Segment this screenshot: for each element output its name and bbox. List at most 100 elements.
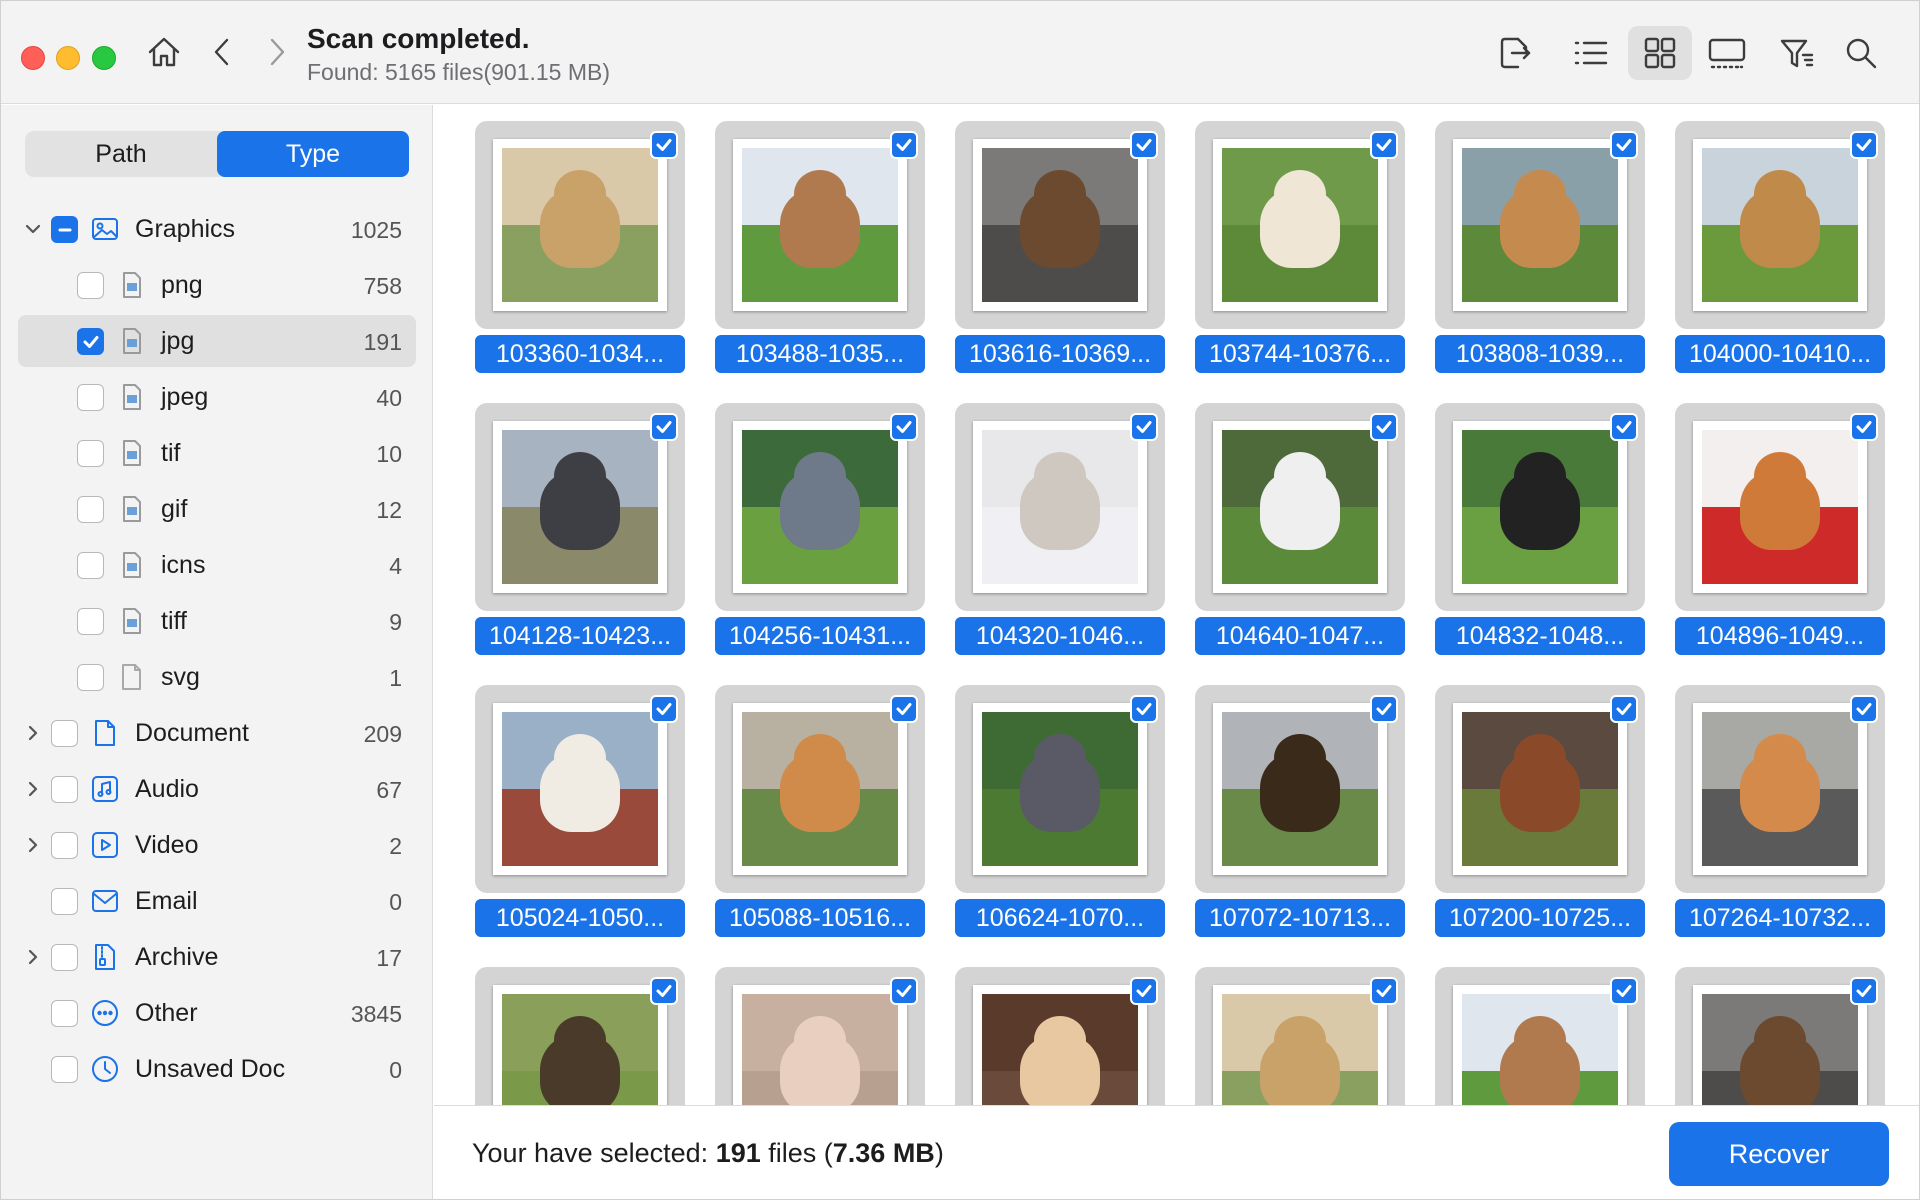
tree-row-video[interactable]: Video 2 bbox=[18, 819, 416, 871]
tree-row-archive[interactable]: Archive 17 bbox=[18, 931, 416, 983]
tab-type[interactable]: Type bbox=[217, 131, 409, 177]
tile-checkbox[interactable] bbox=[1610, 695, 1638, 723]
close-window-button[interactable] bbox=[21, 46, 45, 70]
tile-checkbox[interactable] bbox=[650, 131, 678, 159]
back-icon[interactable] bbox=[206, 32, 238, 72]
thumbnail-frame bbox=[475, 967, 685, 1105]
tree-row-icns[interactable]: icns 4 bbox=[18, 539, 416, 591]
tree-row-png[interactable]: png 758 bbox=[18, 259, 416, 311]
filter-icon[interactable] bbox=[1775, 31, 1819, 75]
tile-checkbox[interactable] bbox=[1370, 695, 1398, 723]
tile-checkbox[interactable] bbox=[890, 131, 918, 159]
tree-row-document[interactable]: Document 209 bbox=[18, 707, 416, 759]
tile-checkbox[interactable] bbox=[1370, 977, 1398, 1005]
tree-row-other[interactable]: Other 3845 bbox=[18, 987, 416, 1039]
checkbox[interactable] bbox=[51, 1000, 78, 1027]
thumbnail bbox=[493, 139, 667, 311]
file-name: 104896-1049... bbox=[1675, 617, 1885, 655]
file-name: 105088-10516... bbox=[715, 899, 925, 937]
tab-path[interactable]: Path bbox=[25, 131, 217, 177]
tile-checkbox[interactable] bbox=[1610, 131, 1638, 159]
file-name: 107072-10713... bbox=[1195, 899, 1405, 937]
thumbnail-image bbox=[742, 430, 898, 584]
tile-checkbox[interactable] bbox=[1130, 131, 1158, 159]
chevron-right-icon[interactable] bbox=[22, 776, 44, 802]
tile-checkbox[interactable] bbox=[1850, 413, 1878, 441]
tile-checkbox[interactable] bbox=[650, 413, 678, 441]
thumbnail-image bbox=[502, 994, 658, 1105]
tree-row-tif[interactable]: tif 10 bbox=[18, 427, 416, 479]
tile-checkbox[interactable] bbox=[890, 413, 918, 441]
checkbox[interactable] bbox=[51, 832, 78, 859]
tile-checkbox[interactable] bbox=[650, 695, 678, 723]
checkbox[interactable] bbox=[51, 776, 78, 803]
checkbox[interactable] bbox=[77, 328, 104, 355]
file-name: 103616-10369... bbox=[955, 335, 1165, 373]
image-file-icon bbox=[116, 382, 146, 412]
tree-row-gif[interactable]: gif 12 bbox=[18, 483, 416, 535]
file-name: 103488-1035... bbox=[715, 335, 925, 373]
tree-row-jpeg[interactable]: jpeg 40 bbox=[18, 371, 416, 423]
thumbnail-frame bbox=[1195, 403, 1405, 611]
tree-row-email[interactable]: Email 0 bbox=[18, 875, 416, 927]
tree-row-graphics[interactable]: Graphics 1025 bbox=[18, 203, 416, 255]
checkbox[interactable] bbox=[77, 384, 104, 411]
filmstrip-view-icon[interactable] bbox=[1705, 31, 1749, 75]
footer: Your have selected: 191 files (7.36 MB) … bbox=[434, 1105, 1919, 1199]
checkbox[interactable] bbox=[77, 664, 104, 691]
grid-view-icon[interactable] bbox=[1628, 26, 1692, 80]
thumbnail-frame bbox=[955, 967, 1165, 1105]
tree-row-jpg[interactable]: jpg 191 bbox=[18, 315, 416, 367]
chevron-right-icon[interactable] bbox=[22, 832, 44, 858]
checkbox[interactable] bbox=[51, 216, 78, 243]
tile-checkbox[interactable] bbox=[1130, 695, 1158, 723]
tree-row-label: icns bbox=[161, 551, 206, 579]
checkbox[interactable] bbox=[77, 440, 104, 467]
list-view-icon[interactable] bbox=[1569, 31, 1613, 75]
checkbox[interactable] bbox=[51, 720, 78, 747]
tile-checkbox[interactable] bbox=[1130, 977, 1158, 1005]
chevron-right-icon[interactable] bbox=[22, 944, 44, 970]
tree-row-tiff[interactable]: tiff 9 bbox=[18, 595, 416, 647]
chevron-right-icon[interactable] bbox=[22, 720, 44, 746]
video-icon bbox=[90, 830, 120, 860]
export-icon[interactable] bbox=[1493, 31, 1537, 75]
tile-checkbox[interactable] bbox=[1370, 413, 1398, 441]
tile-checkbox[interactable] bbox=[1610, 413, 1638, 441]
minimize-window-button[interactable] bbox=[56, 46, 80, 70]
tile-checkbox[interactable] bbox=[890, 695, 918, 723]
tile-checkbox[interactable] bbox=[650, 977, 678, 1005]
chevron-down-icon[interactable] bbox=[22, 216, 44, 242]
thumbnail bbox=[1213, 139, 1387, 311]
checkbox[interactable] bbox=[77, 496, 104, 523]
checkbox[interactable] bbox=[51, 1056, 78, 1083]
checkbox[interactable] bbox=[51, 888, 78, 915]
zoom-window-button[interactable] bbox=[92, 46, 116, 70]
thumbnail-frame bbox=[955, 403, 1165, 611]
tree-row-audio[interactable]: Audio 67 bbox=[18, 763, 416, 815]
tile-checkbox[interactable] bbox=[1850, 977, 1878, 1005]
recover-button[interactable]: Recover bbox=[1669, 1122, 1889, 1186]
tile-checkbox[interactable] bbox=[1130, 413, 1158, 441]
thumbnail-image bbox=[982, 148, 1138, 302]
thumbnail bbox=[1213, 703, 1387, 875]
tree-row-svg[interactable]: svg 1 bbox=[18, 651, 416, 703]
checkbox[interactable] bbox=[77, 552, 104, 579]
checkbox[interactable] bbox=[51, 944, 78, 971]
tile-checkbox[interactable] bbox=[1370, 131, 1398, 159]
thumbnail-frame bbox=[1675, 121, 1885, 329]
thumbnail-image bbox=[1462, 712, 1618, 866]
forward-icon[interactable] bbox=[261, 32, 293, 72]
tree-row-unsaved-doc[interactable]: Unsaved Doc 0 bbox=[18, 1043, 416, 1095]
thumbnail bbox=[1693, 703, 1867, 875]
search-icon[interactable] bbox=[1839, 31, 1883, 75]
tile-checkbox[interactable] bbox=[1610, 977, 1638, 1005]
thumbnail-image bbox=[1702, 712, 1858, 866]
tile-checkbox[interactable] bbox=[1850, 695, 1878, 723]
tile-checkbox[interactable] bbox=[890, 977, 918, 1005]
home-icon[interactable] bbox=[144, 32, 184, 72]
checkbox[interactable] bbox=[77, 608, 104, 635]
thumbnail bbox=[493, 421, 667, 593]
tile-checkbox[interactable] bbox=[1850, 131, 1878, 159]
checkbox[interactable] bbox=[77, 272, 104, 299]
